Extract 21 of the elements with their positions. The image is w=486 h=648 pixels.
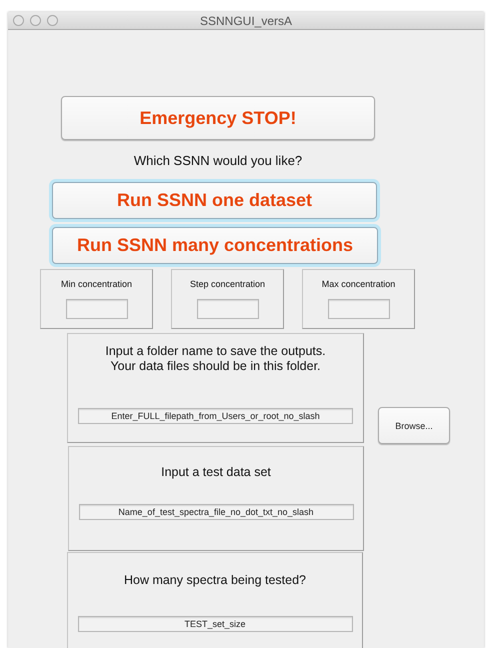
field-label: Min concentration <box>60 279 132 289</box>
instruction-text: Input a test data set <box>161 465 271 480</box>
instruction-text: How many spectra being tested? <box>124 573 306 588</box>
input-field[interactable]: Enter_FULL_filepath_from_Users_or_root_no_slash <box>78 408 353 424</box>
stop-button[interactable]: Emergency STOP! <box>61 96 375 140</box>
window-title: SSNNGUI_versA <box>200 14 292 28</box>
prompt-text: Which SSNN would you like? <box>132 153 304 168</box>
run-button[interactable]: Run SSNN many concentrations <box>52 227 378 264</box>
field-label: Max concentration <box>322 279 396 289</box>
window-control-icon[interactable] <box>30 15 41 26</box>
run-button[interactable]: Run SSNN one dataset <box>52 182 377 219</box>
input-field[interactable] <box>196 299 258 319</box>
field-label: Step concentration <box>190 279 266 289</box>
input-field[interactable]: Name_of_test_spectra_file_no_dot_txt_no_slash <box>78 504 354 520</box>
window-control-icon[interactable] <box>13 15 24 26</box>
input-field[interactable] <box>328 299 390 319</box>
browse-button[interactable]: Browse... <box>378 407 450 444</box>
input-field[interactable]: TEST_set_size <box>78 616 352 632</box>
input-field[interactable] <box>66 299 128 319</box>
instruction-text: Input a folder name to save the outputs. Your data files should be in this folder. <box>105 344 326 374</box>
window-control-icon[interactable] <box>47 15 58 26</box>
